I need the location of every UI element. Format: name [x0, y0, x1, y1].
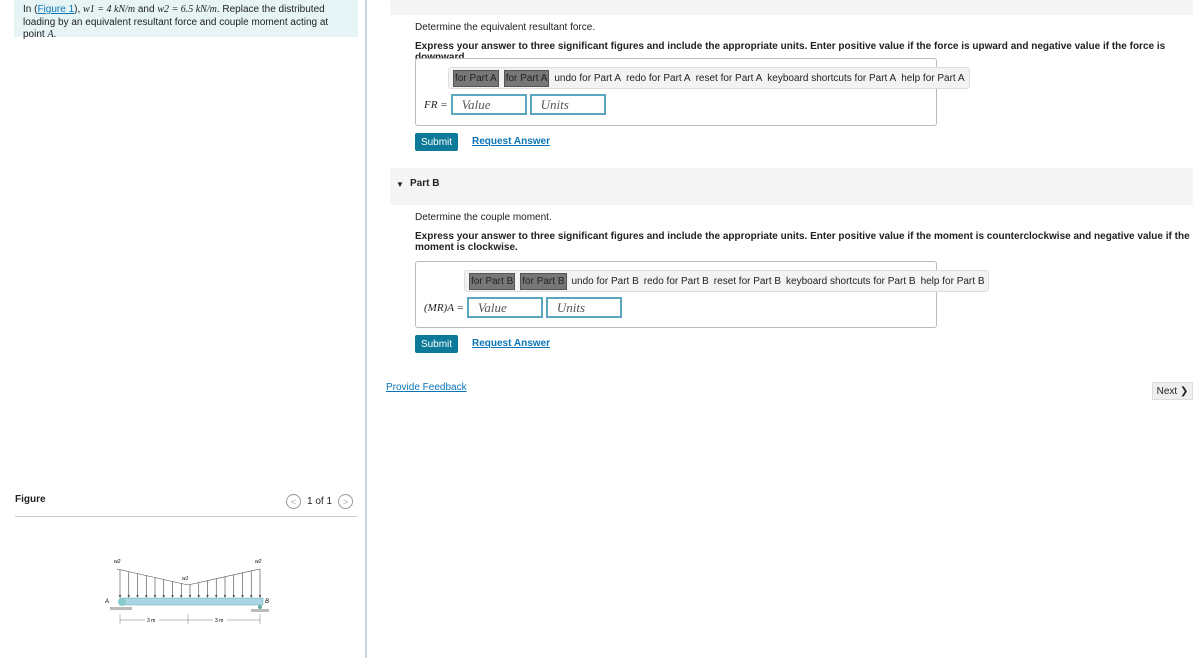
roller-support-b	[258, 605, 262, 609]
figure-heading: Figure	[15, 494, 46, 505]
w2-right-label: w2	[255, 559, 262, 565]
toolbar-button[interactable]: help for Part A	[901, 73, 964, 84]
toolbar-button[interactable]: reset for Part A	[696, 73, 763, 84]
arrow-head	[223, 595, 227, 598]
arrow-head	[232, 595, 235, 598]
ground-b	[251, 609, 269, 612]
arrow-head	[180, 595, 183, 598]
pin-support-a	[118, 598, 126, 606]
part-a-header	[390, 0, 1193, 15]
beam	[119, 597, 264, 606]
fr-label: FR =	[424, 98, 448, 111]
part-b-answer-box: for Part Bfor Part B undo for Part B redo …	[415, 261, 990, 328]
arrow-head	[162, 595, 165, 598]
fr-units-input[interactable]: Units	[529, 94, 606, 115]
mra-label: (MR)A =	[424, 301, 464, 314]
part-a-toolbar: for Part Afor Part A undo for Part A redo …	[448, 67, 970, 89]
toolbar-button[interactable]: redo for Part B	[644, 276, 709, 287]
chevron-right-icon[interactable]: >	[338, 494, 354, 509]
toolbar-button[interactable]: undo for Part A	[554, 73, 621, 84]
chevron-left-icon[interactable]: <	[286, 494, 301, 509]
part-b-title: Part B	[410, 178, 440, 189]
fr-value-input[interactable]: Value	[450, 94, 527, 115]
arrow-head	[197, 595, 200, 598]
part-b-submit-button[interactable]: Submit	[415, 335, 458, 353]
toolbar-button[interactable]: for Part A	[453, 69, 499, 87]
arrow-head	[145, 595, 148, 598]
divider	[15, 516, 357, 517]
dimension-label-2: 3 m	[215, 618, 223, 624]
toolbar-button[interactable]: for Part A	[503, 69, 550, 87]
arrow-head	[241, 595, 244, 598]
arrow-head	[171, 595, 174, 598]
arrow-head	[258, 595, 262, 598]
part-b-question: Determine the couple moment.	[415, 212, 552, 223]
part-a-question: Determine the equivalent resultant force…	[415, 22, 596, 33]
toolbar-button[interactable]: undo for Part B	[572, 276, 639, 287]
dimension-label-1: 3 m	[147, 618, 155, 624]
part-a-request-answer-link[interactable]: Request Answer	[472, 136, 550, 147]
part-b-request-answer-link[interactable]: Request Answer	[472, 338, 550, 349]
point-b-label: B	[265, 599, 269, 605]
toolbar-button[interactable]: reset for Part B	[714, 276, 781, 287]
arrow-head	[153, 595, 157, 598]
toolbar-button[interactable]: for Part B	[469, 272, 516, 290]
figure-pager: < 1 of 1 >	[286, 494, 354, 509]
toolbar-button[interactable]: keyboard shortcuts for Part A	[767, 73, 896, 84]
part-b-toolbar: for Part Bfor Part B undo for Part B redo …	[464, 270, 990, 292]
w1-mid-label: w1	[182, 576, 189, 582]
left-panel: In (Figure 1), w1 = 4 kN/m and w2 = 6.5 …	[0, 0, 367, 658]
part-a-answer-box: for Part Afor Part A undo for Part A redo …	[415, 58, 970, 126]
arrow-head	[206, 595, 209, 598]
arrow-head	[215, 595, 218, 598]
chevron-right-icon: ❯	[1177, 385, 1189, 397]
provide-feedback-link[interactable]: Provide Feedback	[386, 382, 467, 393]
toolbar-button[interactable]: for Part B	[520, 272, 567, 290]
load-outline	[116, 568, 261, 586]
problem-statement: In (Figure 1), w1 = 4 kN/m and w2 = 6.5 …	[14, 0, 358, 40]
toolbar-button[interactable]: redo for Part A	[626, 73, 690, 84]
caret-down-icon: ▼	[396, 180, 404, 189]
page-count: 1 of 1	[307, 496, 333, 507]
arrow-head	[118, 595, 122, 598]
ground-a	[110, 607, 132, 610]
arrow-head	[127, 595, 130, 598]
toolbar-button[interactable]: keyboard shortcuts for Part B	[786, 276, 916, 287]
arrow-head	[136, 595, 139, 598]
part-b-header[interactable]: ▼ Part B	[390, 168, 1193, 205]
figure-link[interactable]: Figure 1	[37, 4, 74, 15]
arrow-head	[188, 595, 192, 598]
part-a-submit-button[interactable]: Submit	[415, 133, 458, 151]
mra-value-input[interactable]: Value	[466, 297, 543, 318]
toolbar-button[interactable]: help for Part B	[921, 276, 985, 287]
next-button[interactable]: Next ❯	[1152, 382, 1193, 400]
beam-figure: w2 w1 w2 A B 3 m 3 m	[104, 559, 269, 624]
w2-left-label: w2	[114, 559, 121, 565]
arrow-head	[250, 595, 253, 598]
part-b-instructions: Express your answer to three significant…	[415, 231, 1190, 253]
mra-units-input[interactable]: Units	[545, 297, 622, 318]
point-a-label: A	[104, 599, 109, 605]
